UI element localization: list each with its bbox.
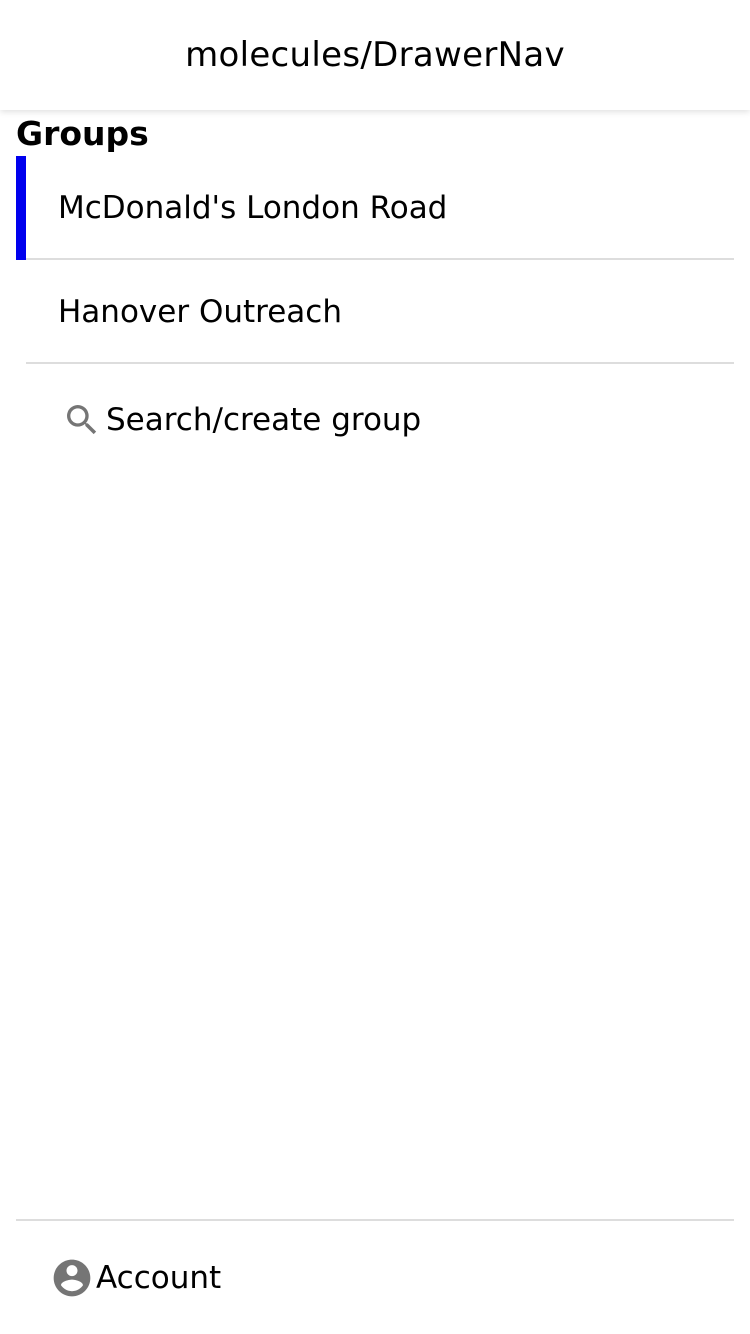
group-item-mcdonalds-london-road[interactable]: McDonald's London Road <box>16 156 734 260</box>
group-item-label: Hanover Outreach <box>58 294 342 330</box>
divider <box>26 362 734 364</box>
page-title: molecules/DrawerNav <box>185 35 565 75</box>
group-list: McDonald's London Road Hanover Outreach <box>16 156 734 364</box>
account-label: Account <box>96 1260 222 1296</box>
account-circle-icon <box>50 1256 94 1300</box>
account-button[interactable]: Account <box>50 1256 221 1300</box>
active-indicator <box>16 156 26 260</box>
search-create-group-label: Search/create group <box>106 402 422 438</box>
groups-section-title: Groups <box>16 114 149 153</box>
drawer-nav-page: molecules/DrawerNav Groups McDonald's Lo… <box>0 0 750 1334</box>
group-item-hanover-outreach[interactable]: Hanover Outreach <box>16 260 734 364</box>
footer-divider <box>16 1219 734 1221</box>
top-header: molecules/DrawerNav <box>0 0 750 110</box>
search-icon <box>62 400 102 440</box>
search-create-group-button[interactable]: Search/create group <box>62 398 421 442</box>
group-item-label: McDonald's London Road <box>58 190 448 226</box>
